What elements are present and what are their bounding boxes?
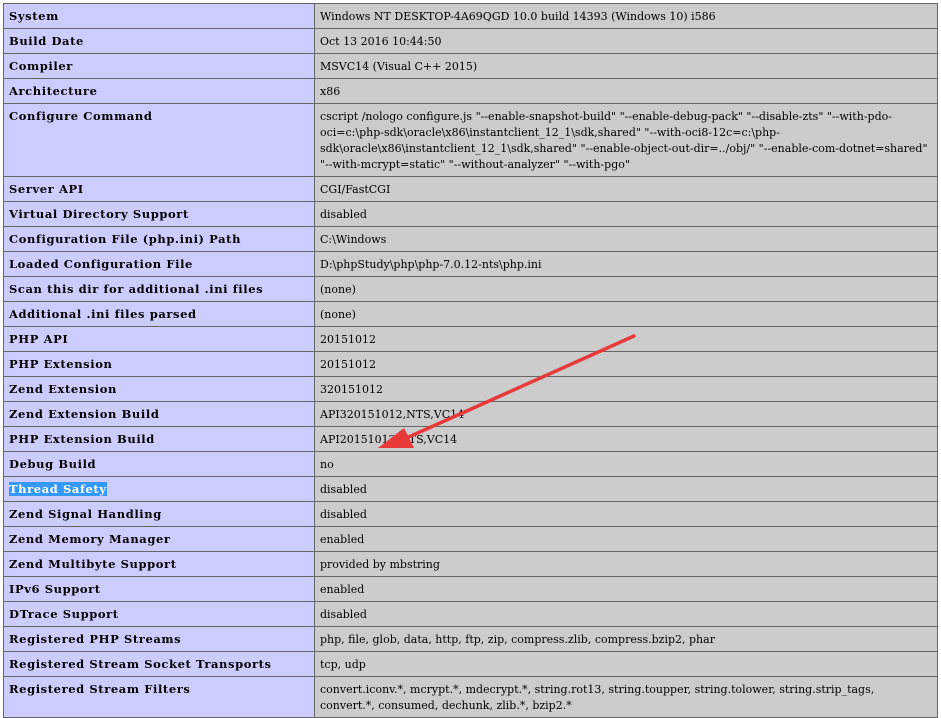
table-row: Virtual Directory Support disabled <box>3 201 938 227</box>
key-cell-build-date: Build Date <box>3 28 315 54</box>
table-row: DTrace Support disabled <box>3 601 938 627</box>
key-cell-zend-multibyte-support: Zend Multibyte Support <box>3 551 315 577</box>
table-row: Scan this dir for additional .ini files … <box>3 276 938 302</box>
table-row: Configure Command cscript /nologo config… <box>3 103 938 177</box>
table-row: Architecture x86 <box>3 78 938 104</box>
value-cell-server-api: CGI/FastCGI <box>314 176 938 202</box>
table-row: Zend Memory Manager enabled <box>3 526 938 552</box>
key-cell-ipv6-support: IPv6 Support <box>3 576 315 602</box>
value-cell-architecture: x86 <box>314 78 938 104</box>
table-row: Additional .ini files parsed (none) <box>3 301 938 327</box>
key-cell-zend-extension: Zend Extension <box>3 376 315 402</box>
key-cell-thread-safety: Thread Safety <box>3 476 315 502</box>
value-cell-additional-ini-files: (none) <box>314 301 938 327</box>
value-cell-scan-dir: (none) <box>314 276 938 302</box>
value-cell-zend-signal-handling: disabled <box>314 501 938 527</box>
table-row: Zend Extension 320151012 <box>3 376 938 402</box>
value-cell-compiler: MSVC14 (Visual C++ 2015) <box>314 53 938 79</box>
key-cell-system: System <box>3 3 315 29</box>
value-cell-registered-stream-socket-transports: tcp, udp <box>314 651 938 677</box>
table-row: Loaded Configuration File D:\phpStudy\ph… <box>3 251 938 277</box>
key-cell-additional-ini-files: Additional .ini files parsed <box>3 301 315 327</box>
key-cell-zend-signal-handling: Zend Signal Handling <box>3 501 315 527</box>
table-row: Registered PHP Streams php, file, glob, … <box>3 626 938 652</box>
key-cell-debug-build: Debug Build <box>3 451 315 477</box>
value-cell-php-extension-build: API20151012,NTS,VC14 <box>314 426 938 452</box>
key-cell-registered-stream-filters: Registered Stream Filters <box>3 676 315 718</box>
value-cell-zend-memory-manager: enabled <box>314 526 938 552</box>
value-cell-php-api: 20151012 <box>314 326 938 352</box>
value-cell-zend-extension-build: API320151012,NTS,VC14 <box>314 401 938 427</box>
key-cell-server-api: Server API <box>3 176 315 202</box>
table-row: IPv6 Support enabled <box>3 576 938 602</box>
table-row-thread-safety: Thread Safety disabled <box>3 476 938 502</box>
table-row: Registered Stream Socket Transports tcp,… <box>3 651 938 677</box>
value-cell-system: Windows NT DESKTOP-4A69QGD 10.0 build 14… <box>314 3 938 29</box>
key-cell-registered-php-streams: Registered PHP Streams <box>3 626 315 652</box>
table-row: Compiler MSVC14 (Visual C++ 2015) <box>3 53 938 79</box>
key-cell-dtrace-support: DTrace Support <box>3 601 315 627</box>
phpinfo-table: System Windows NT DESKTOP-4A69QGD 10.0 b… <box>3 3 938 718</box>
key-cell-scan-dir: Scan this dir for additional .ini files <box>3 276 315 302</box>
value-cell-configuration-file-path: C:\Windows <box>314 226 938 252</box>
table-row: PHP Extension Build API20151012,NTS,VC14 <box>3 426 938 452</box>
key-cell-loaded-configuration-file: Loaded Configuration File <box>3 251 315 277</box>
value-cell-dtrace-support: disabled <box>314 601 938 627</box>
key-cell-php-extension: PHP Extension <box>3 351 315 377</box>
table-row: System Windows NT DESKTOP-4A69QGD 10.0 b… <box>3 3 938 29</box>
value-cell-zend-multibyte-support: provided by mbstring <box>314 551 938 577</box>
table-row: Configuration File (php.ini) Path C:\Win… <box>3 226 938 252</box>
table-row: Build Date Oct 13 2016 10:44:50 <box>3 28 938 54</box>
table-row: Zend Extension Build API320151012,NTS,VC… <box>3 401 938 427</box>
key-cell-php-api: PHP API <box>3 326 315 352</box>
key-cell-zend-memory-manager: Zend Memory Manager <box>3 526 315 552</box>
table-row: Zend Signal Handling disabled <box>3 501 938 527</box>
text-selection-highlight[interactable]: Thread Safety <box>9 482 107 496</box>
key-cell-php-extension-build: PHP Extension Build <box>3 426 315 452</box>
key-cell-virtual-directory-support: Virtual Directory Support <box>3 201 315 227</box>
table-row: Registered Stream Filters convert.iconv.… <box>3 676 938 718</box>
value-cell-loaded-configuration-file: D:\phpStudy\php\php-7.0.12-nts\php.ini <box>314 251 938 277</box>
key-cell-zend-extension-build: Zend Extension Build <box>3 401 315 427</box>
value-cell-ipv6-support: enabled <box>314 576 938 602</box>
table-row: PHP API 20151012 <box>3 326 938 352</box>
value-cell-php-extension: 20151012 <box>314 351 938 377</box>
table-row: Zend Multibyte Support provided by mbstr… <box>3 551 938 577</box>
key-cell-configuration-file-path: Configuration File (php.ini) Path <box>3 226 315 252</box>
key-cell-compiler: Compiler <box>3 53 315 79</box>
value-cell-debug-build: no <box>314 451 938 477</box>
key-cell-configure-command: Configure Command <box>3 103 315 177</box>
value-cell-configure-command: cscript /nologo configure.js "--enable-s… <box>314 103 938 177</box>
key-cell-architecture: Architecture <box>3 78 315 104</box>
table-row: PHP Extension 20151012 <box>3 351 938 377</box>
table-row: Server API CGI/FastCGI <box>3 176 938 202</box>
value-cell-virtual-directory-support: disabled <box>314 201 938 227</box>
value-cell-registered-php-streams: php, file, glob, data, http, ftp, zip, c… <box>314 626 938 652</box>
value-cell-registered-stream-filters: convert.iconv.*, mcrypt.*, mdecrypt.*, s… <box>314 676 938 718</box>
value-cell-zend-extension: 320151012 <box>314 376 938 402</box>
value-cell-build-date: Oct 13 2016 10:44:50 <box>314 28 938 54</box>
table-row: Debug Build no <box>3 451 938 477</box>
key-cell-registered-stream-socket-transports: Registered Stream Socket Transports <box>3 651 315 677</box>
value-cell-thread-safety: disabled <box>314 476 938 502</box>
